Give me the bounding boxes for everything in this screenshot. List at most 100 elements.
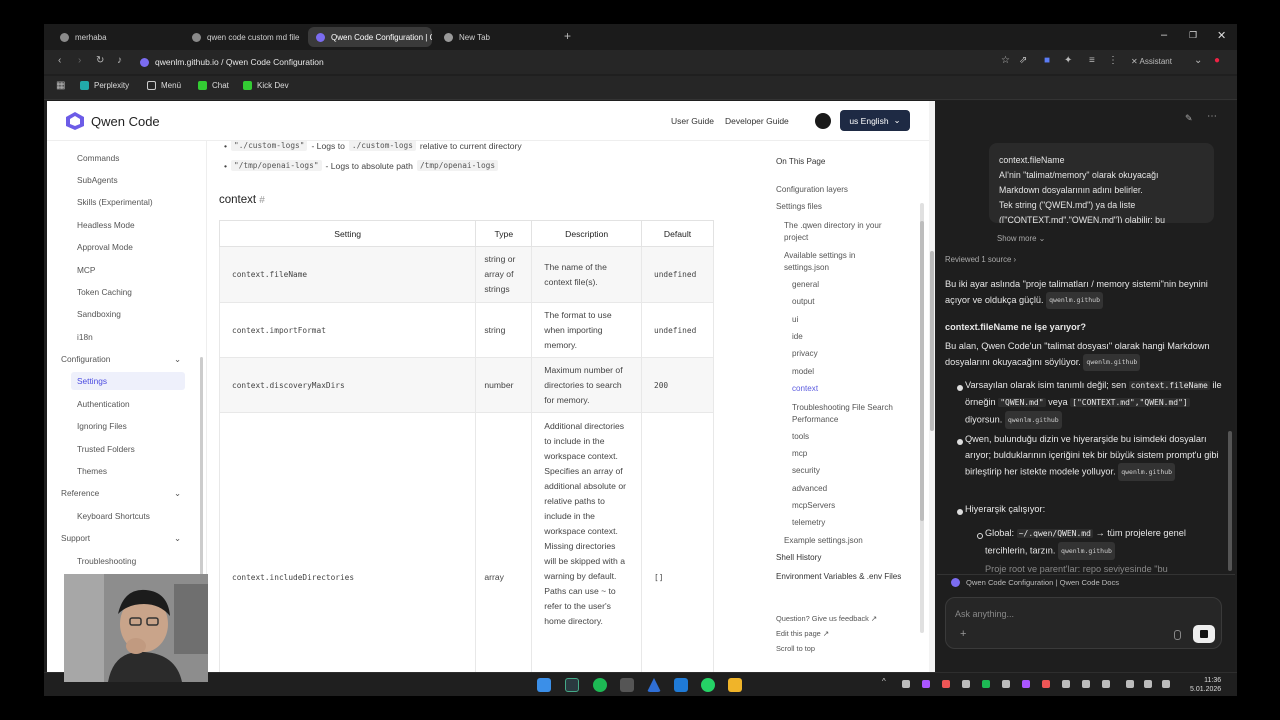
sidebar-item-trusted-folders[interactable]: Trusted Folders	[77, 444, 135, 454]
stop-button[interactable]	[1193, 625, 1215, 643]
sidebar-item-skills[interactable]: Skills (Experimental)	[77, 197, 153, 207]
scroll-to-top-link[interactable]: Scroll to top	[776, 644, 815, 653]
browser-app-icon[interactable]	[565, 678, 579, 692]
toc-item[interactable]: Settings files	[776, 202, 822, 211]
assistant-button[interactable]: ✕ Assistant	[1131, 57, 1172, 66]
sidebar-item-subagents[interactable]: SubAgents	[77, 175, 118, 185]
bookmark-menu[interactable]: Menü	[147, 81, 181, 90]
sidebar-item-i18n[interactable]: i18n	[77, 332, 93, 342]
tab-qwen-config[interactable]: Qwen Code Configuration | Q	[308, 27, 432, 47]
toc-item[interactable]: security	[792, 466, 820, 475]
page-context-bar[interactable]: Qwen Code Configuration | Qwen Code Docs	[937, 574, 1235, 590]
chevron-down-icon[interactable]: ⌄	[1194, 55, 1202, 66]
sidebar-section-configuration[interactable]: Configuration ⌄	[61, 354, 181, 364]
bookmark-perplexity[interactable]: Perplexity	[80, 81, 129, 90]
github-icon[interactable]	[815, 113, 831, 129]
mic-icon[interactable]	[1174, 630, 1181, 640]
feedback-link[interactable]: Question? Give us feedback ↗	[776, 614, 877, 623]
shield-extension-icon[interactable]: ■	[1044, 55, 1050, 66]
reload-icon[interactable]: ↻	[96, 55, 104, 66]
toc-item[interactable]: Shell History	[776, 553, 821, 562]
bookmark-kick-dev[interactable]: Kick Dev	[243, 81, 289, 90]
toc-item[interactable]: Troubleshooting File Search Performance	[792, 402, 910, 426]
toc-item[interactable]: telemetry	[792, 518, 825, 527]
start-windows-icon[interactable]	[537, 678, 551, 692]
edit-page-link[interactable]: Edit this page ↗	[776, 629, 829, 638]
forward-icon[interactable]: ›	[78, 55, 81, 66]
edit-icon[interactable]: ✎	[1185, 113, 1193, 124]
share-icon[interactable]: ⇗	[1019, 55, 1027, 66]
sidebar-item-approval[interactable]: Approval Mode	[77, 242, 133, 252]
tray-app-icon[interactable]	[1102, 680, 1110, 688]
tray-app-icon[interactable]	[902, 680, 910, 688]
source-chip[interactable]: qwenlm.github	[1046, 292, 1104, 309]
sidebar-item-troubleshooting[interactable]: Troubleshooting	[77, 556, 136, 566]
new-tab-plus-icon[interactable]: +	[564, 29, 571, 43]
spotify-icon[interactable]	[593, 678, 607, 692]
sidebar-item-themes[interactable]: Themes	[77, 466, 107, 476]
sidebar-item-ignoring-files[interactable]: Ignoring Files	[77, 421, 127, 431]
toc-item[interactable]: model	[792, 367, 814, 376]
back-icon[interactable]: ‹	[58, 55, 61, 66]
more-options-icon[interactable]: ⋯	[1207, 111, 1217, 122]
reviewed-sources[interactable]: Reviewed 1 source ›	[945, 255, 1016, 264]
sidebar-item-commands[interactable]: Commands	[77, 153, 119, 163]
close-window-icon[interactable]: ✕	[1217, 29, 1226, 42]
audio-icon[interactable]: ⋮	[1108, 55, 1118, 66]
source-chip[interactable]: qwenlm.github	[1118, 463, 1176, 481]
sidebar-item-keyboard-shortcuts[interactable]: Keyboard Shortcuts	[77, 511, 150, 521]
extensions-icon[interactable]: ✦	[1064, 55, 1072, 66]
tray-app-icon[interactable]	[982, 680, 990, 688]
toc-item[interactable]: Configuration layers	[776, 185, 848, 194]
tab-qwen-custom[interactable]: qwen code custom md file	[184, 27, 306, 47]
sidebar-item-authentication[interactable]: Authentication	[77, 399, 130, 409]
tray-app-icon[interactable]	[962, 680, 970, 688]
source-chip[interactable]: qwenlm.github	[1083, 354, 1141, 371]
file-explorer-icon[interactable]	[728, 678, 742, 692]
tab-merhaba[interactable]: merhaba	[52, 27, 180, 47]
sidebar-item-sandboxing[interactable]: Sandboxing	[77, 309, 121, 319]
language-button[interactable]: us English ⌄	[840, 110, 910, 131]
anchor-link[interactable]: #	[259, 195, 265, 206]
ask-input[interactable]	[955, 607, 1195, 621]
tray-app-icon[interactable]	[1022, 680, 1030, 688]
tray-app-icon[interactable]	[1002, 680, 1010, 688]
vscode-icon[interactable]	[674, 678, 688, 692]
sidebar-item-headless[interactable]: Headless Mode	[77, 220, 135, 230]
attach-plus-icon[interactable]: +	[960, 628, 966, 640]
source-chip[interactable]: qwenlm.github	[1058, 542, 1115, 560]
tray-app-icon[interactable]	[1082, 680, 1090, 688]
wifi-icon[interactable]	[1126, 680, 1134, 688]
menu-list-icon[interactable]: ≡	[1089, 55, 1095, 66]
whatsapp-icon[interactable]	[701, 678, 715, 692]
tray-app-icon[interactable]	[922, 680, 930, 688]
toc-item[interactable]: Environment Variables & .env Files	[776, 571, 904, 583]
app-triangle-icon[interactable]	[647, 678, 661, 692]
volume-icon[interactable]	[1144, 680, 1152, 688]
sidebar-section-support[interactable]: Support ⌄	[61, 533, 181, 543]
taskbar-clock[interactable]: 11:36 5.01.2026	[1190, 676, 1221, 694]
battery-icon[interactable]	[1162, 680, 1170, 688]
toc-item[interactable]: ide	[792, 332, 803, 341]
toc-scrollbar[interactable]	[920, 221, 924, 521]
toc-item[interactable]: mcpServers	[792, 501, 835, 510]
profile-icon[interactable]: ●	[1214, 55, 1220, 66]
toc-item[interactable]: ui	[792, 315, 798, 324]
show-more-button[interactable]: Show more ⌄	[997, 234, 1045, 243]
tab-new[interactable]: New Tab	[436, 27, 556, 47]
toc-item[interactable]: Available settings in settings.json	[784, 250, 902, 274]
page-scrollbar[interactable]	[930, 251, 934, 431]
nav-developer-guide[interactable]: Developer Guide	[725, 116, 789, 126]
toc-item[interactable]: mcp	[792, 449, 807, 458]
maximize-icon[interactable]: ❐	[1189, 30, 1197, 41]
toc-item[interactable]: privacy	[792, 349, 818, 358]
sidebar-item-mcp[interactable]: MCP	[77, 265, 95, 275]
sidebar-item-settings[interactable]: Settings	[71, 372, 185, 390]
toc-item-active[interactable]: context	[792, 384, 818, 393]
toc-item[interactable]: tools	[792, 432, 809, 441]
toc-item[interactable]: output	[792, 297, 815, 306]
bookmark-chat[interactable]: Chat	[198, 81, 229, 90]
notes-app-icon[interactable]	[620, 678, 634, 692]
tray-app-icon[interactable]	[942, 680, 950, 688]
minimize-icon[interactable]: –	[1161, 29, 1167, 41]
